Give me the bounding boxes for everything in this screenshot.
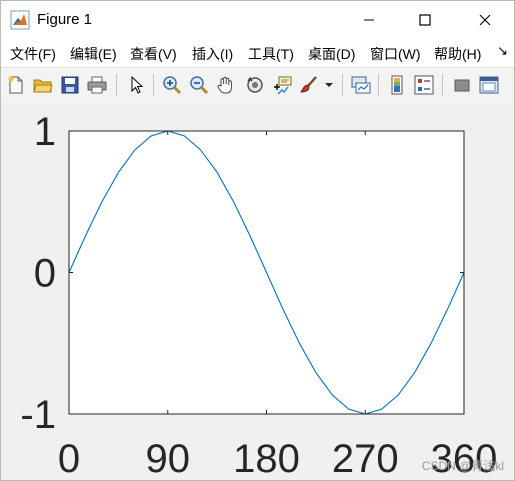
minimize-button[interactable] xyxy=(342,1,396,39)
rotate-3d-icon xyxy=(247,76,263,93)
menu-help[interactable]: 帮助(H) xyxy=(434,44,481,64)
x-tick-label: 0 xyxy=(58,437,80,480)
pan-button[interactable] xyxy=(214,73,238,97)
menu-insert[interactable]: 插入(I) xyxy=(192,44,233,64)
sine-plot[interactable]: 0 90 180 270 36010-1 xyxy=(1,102,514,480)
print-button[interactable] xyxy=(85,73,109,97)
toolbar-separator xyxy=(153,74,154,96)
toolbar-separator xyxy=(442,74,443,96)
toolbar-separator xyxy=(342,74,343,96)
open-file-icon xyxy=(33,79,53,93)
brush-dropdown-button[interactable] xyxy=(322,73,336,97)
x-tick-label: 90 xyxy=(146,437,191,480)
x-tick-label: 270 xyxy=(332,437,399,480)
menu-overflow-icon[interactable]: ↘ xyxy=(497,43,508,59)
zoom-out-button[interactable] xyxy=(187,73,211,97)
colorbar-icon xyxy=(391,75,403,95)
data-cursor-button[interactable] xyxy=(270,73,294,97)
figure-toolbar xyxy=(1,67,514,103)
y-tick-label: 1 xyxy=(34,110,56,154)
link-plot-icon xyxy=(351,76,371,94)
hide-tools-icon xyxy=(454,79,470,92)
open-file-button[interactable] xyxy=(31,73,55,97)
menu-file[interactable]: 文件(F) xyxy=(10,44,56,64)
brush-icon xyxy=(300,76,317,93)
menu-tools[interactable]: 工具(T) xyxy=(248,44,294,64)
y-tick-label: -1 xyxy=(20,393,56,437)
title-bar[interactable]: Figure 1 xyxy=(1,1,514,39)
zoom-out-icon xyxy=(190,76,209,95)
print-icon xyxy=(87,76,107,94)
maximize-button[interactable] xyxy=(398,1,452,39)
figure-window: Figure 1 文件(F) 编辑(E) 查看(V) 插入(I) 工具(T) 桌… xyxy=(0,0,515,481)
colorbar-button[interactable] xyxy=(385,73,409,97)
y-tick-label: 0 xyxy=(34,252,56,296)
menu-desktop[interactable]: 桌面(D) xyxy=(308,44,355,64)
close-icon xyxy=(479,14,491,26)
dock-icon xyxy=(479,76,499,94)
figure-canvas[interactable]: 0 90 180 270 360 1 0 -1 CSDN @青浅kl xyxy=(1,102,514,480)
pointer-button[interactable] xyxy=(125,73,149,97)
pointer-icon xyxy=(131,76,144,94)
legend-icon xyxy=(414,75,434,95)
save-button[interactable] xyxy=(58,73,82,97)
rotate-3d-button[interactable] xyxy=(243,73,267,97)
menu-bar: 文件(F) 编辑(E) 查看(V) 插入(I) 工具(T) 桌面(D) 窗口(W… xyxy=(1,39,514,67)
save-icon xyxy=(61,76,79,94)
toolbar-separator xyxy=(378,74,379,96)
menu-edit[interactable]: 编辑(E) xyxy=(70,44,117,64)
zoom-in-icon xyxy=(163,76,182,95)
window-title: Figure 1 xyxy=(37,11,93,28)
maximize-icon xyxy=(419,14,431,26)
minimize-icon xyxy=(364,19,374,21)
close-button[interactable] xyxy=(458,1,512,39)
new-figure-icon xyxy=(8,76,23,94)
x-tick-label: 180 xyxy=(233,437,300,480)
menu-window[interactable]: 窗口(W) xyxy=(370,44,421,64)
watermark-text: CSDN @青浅kl xyxy=(421,459,504,473)
matlab-icon xyxy=(10,10,30,30)
dock-button[interactable] xyxy=(477,73,501,97)
toolbar-separator xyxy=(116,74,117,96)
hide-tools-button[interactable] xyxy=(450,73,474,97)
new-figure-button[interactable] xyxy=(4,73,28,97)
menu-view[interactable]: 查看(V) xyxy=(130,44,177,64)
dropdown-arrow-icon xyxy=(325,83,333,87)
data-cursor-icon xyxy=(274,76,292,95)
brush-button[interactable] xyxy=(297,73,321,97)
zoom-in-button[interactable] xyxy=(160,73,184,97)
legend-button[interactable] xyxy=(412,73,436,97)
link-plot-button[interactable] xyxy=(349,73,373,97)
pan-hand-icon xyxy=(217,76,232,94)
